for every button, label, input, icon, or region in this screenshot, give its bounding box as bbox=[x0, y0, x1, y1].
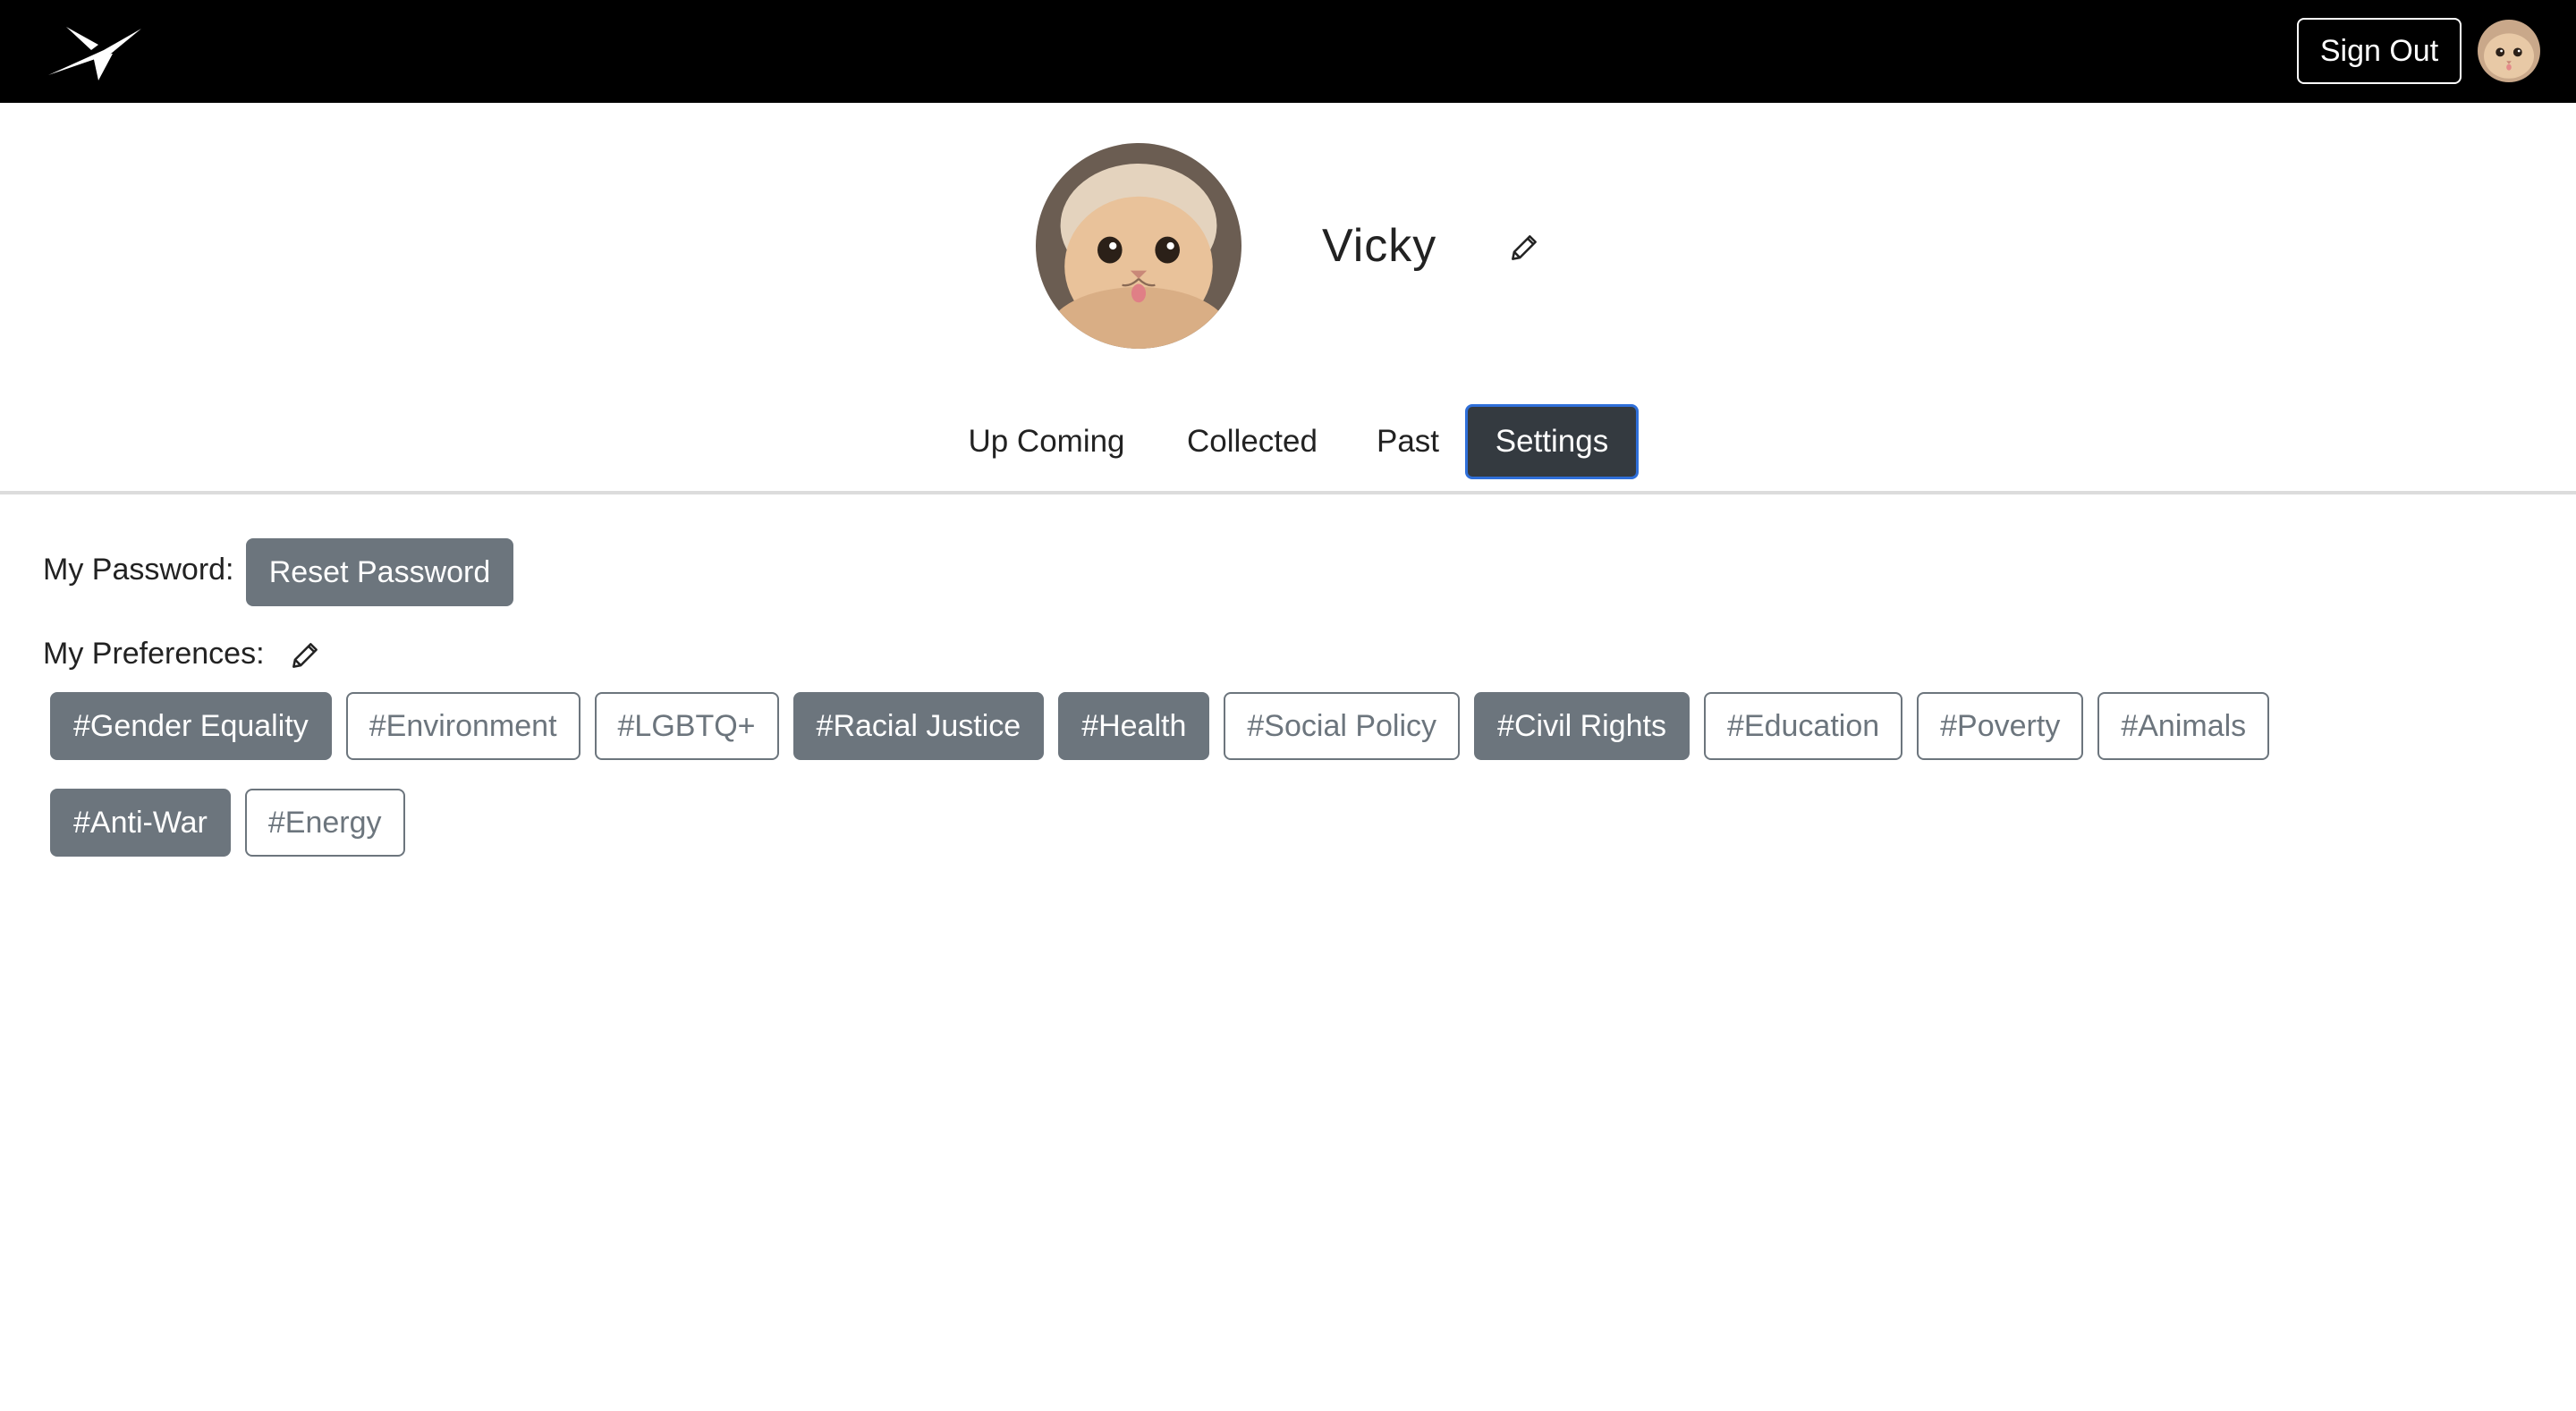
edit-preferences-pencil-icon[interactable] bbox=[288, 638, 322, 672]
edit-name-pencil-icon[interactable] bbox=[1507, 231, 1541, 265]
password-label: My Password: bbox=[43, 553, 234, 587]
tab-past[interactable]: Past bbox=[1367, 404, 1449, 479]
tag-education[interactable]: #Education bbox=[1704, 692, 1903, 760]
preferences-label: My Preferences: bbox=[43, 637, 265, 671]
profile-avatar-icon[interactable] bbox=[1036, 143, 1241, 349]
tag-lgbtq[interactable]: #LGBTQ+ bbox=[594, 692, 779, 760]
tab-up-coming[interactable]: Up Coming bbox=[957, 404, 1136, 479]
tag-civil-rights[interactable]: #Civil Rights bbox=[1474, 692, 1690, 760]
tag-environment[interactable]: #Environment bbox=[345, 692, 580, 760]
paper-plane-logo-icon[interactable] bbox=[47, 23, 143, 82]
profile-name: Vicky bbox=[1322, 220, 1437, 272]
user-avatar-icon[interactable] bbox=[2478, 20, 2540, 82]
tag-gender-equality[interactable]: #Gender Equality bbox=[50, 692, 332, 760]
tag-energy[interactable]: #Energy bbox=[244, 789, 405, 857]
top-navbar: Sign Out bbox=[0, 0, 2576, 103]
tag-anti-war[interactable]: #Anti-War bbox=[50, 789, 231, 857]
tab-settings[interactable]: Settings bbox=[1465, 404, 1639, 479]
reset-password-button[interactable]: Reset Password bbox=[246, 538, 513, 606]
sign-out-button[interactable]: Sign Out bbox=[2297, 18, 2462, 84]
tabs-divider bbox=[0, 491, 2576, 494]
tag-poverty[interactable]: #Poverty bbox=[1917, 692, 2084, 760]
tag-health[interactable]: #Health bbox=[1058, 692, 1210, 760]
tag-animals[interactable]: #Animals bbox=[2097, 692, 2270, 760]
tag-social-policy[interactable]: #Social Policy bbox=[1224, 692, 1461, 760]
tab-collected[interactable]: Collected bbox=[1174, 404, 1331, 479]
preference-tags: #Gender Equality #Environment #LGBTQ+ #R… bbox=[50, 692, 2429, 857]
tag-racial-justice[interactable]: #Racial Justice bbox=[792, 692, 1045, 760]
